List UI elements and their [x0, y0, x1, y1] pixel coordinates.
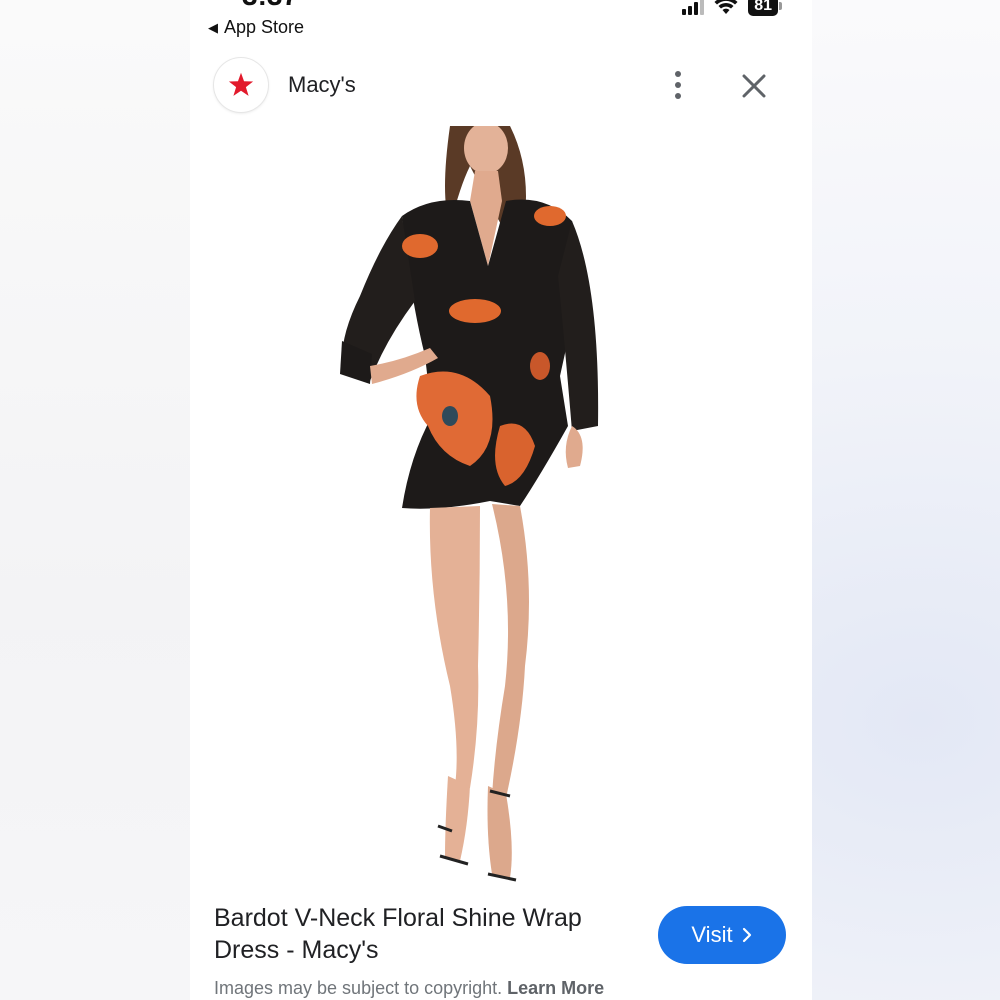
- status-bar: 3:37 ◀ App Store 81: [190, 0, 812, 48]
- wifi-icon: [714, 0, 738, 14]
- status-icons: 81: [682, 0, 782, 16]
- site-logo[interactable]: [214, 58, 268, 112]
- dot: [675, 71, 681, 77]
- dot: [675, 82, 681, 88]
- visit-label: Visit: [691, 922, 733, 947]
- copyright-notice: Images may be subject to copyright. Lear…: [214, 978, 604, 999]
- product-title[interactable]: Bardot V-Neck Floral Shine Wrap Dress - …: [214, 902, 634, 966]
- dot: [675, 93, 681, 99]
- battery-icon: 81: [748, 0, 782, 16]
- copyright-text: Images may be subject to copyright.: [214, 978, 503, 998]
- more-options-button[interactable]: [662, 68, 694, 102]
- cellular-signal-icon: [682, 0, 705, 15]
- result-caption: Bardot V-Neck Floral Shine Wrap Dress - …: [214, 902, 634, 966]
- result-header: Macy's: [190, 56, 812, 116]
- site-name: Macy's: [288, 72, 356, 97]
- visit-button[interactable]: Visit: [658, 906, 786, 964]
- battery-level: 81: [748, 0, 778, 16]
- back-to-app-store[interactable]: ◀ App Store: [208, 17, 304, 38]
- chevron-right-icon: [742, 927, 751, 943]
- back-triangle-icon: ◀: [208, 19, 218, 35]
- close-icon[interactable]: [738, 70, 770, 102]
- product-photo[interactable]: [310, 126, 650, 896]
- background-left: [0, 0, 190, 1000]
- macys-star-icon: [228, 72, 254, 96]
- status-time: 3:37: [242, 0, 298, 12]
- back-app-label: App Store: [224, 17, 305, 37]
- phone-screen: 3:37 ◀ App Store 81 Macy's: [190, 0, 812, 1000]
- learn-more-link[interactable]: Learn More: [507, 978, 604, 998]
